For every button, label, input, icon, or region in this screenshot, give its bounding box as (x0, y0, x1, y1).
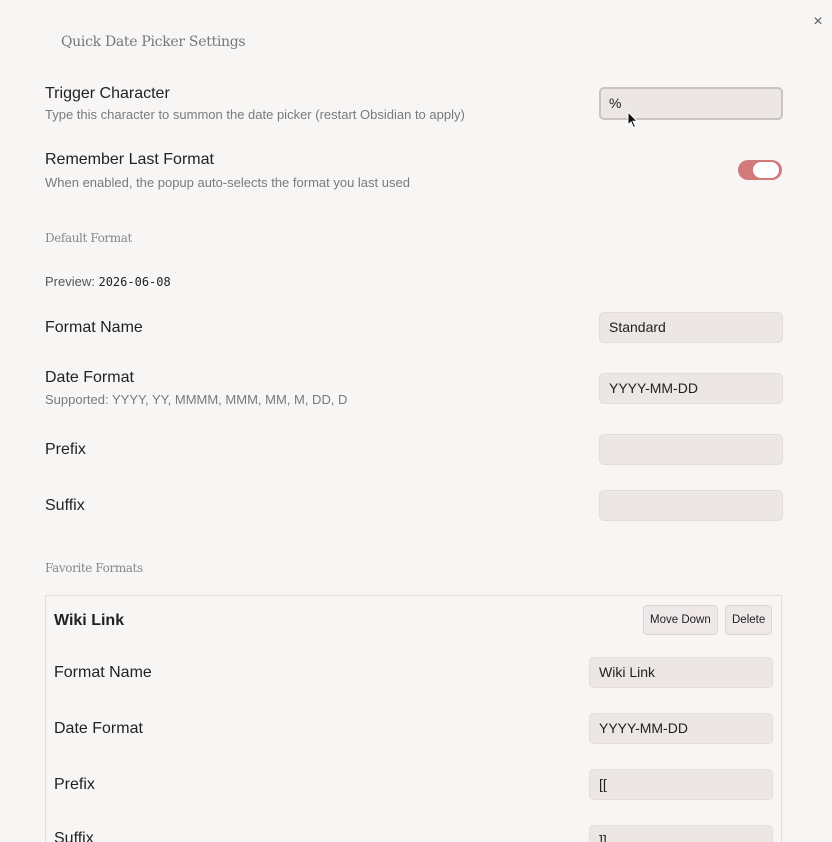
format-preview: Preview: 2026-06-08 (45, 274, 171, 289)
favorite-row-format-name: Format Name Wiki Link (54, 657, 773, 688)
favorite-format-card: Wiki Link Move Down Delete Format Name W… (45, 595, 782, 842)
setting-date-format: Date Format Supported: YYYY, YY, MMMM, M… (45, 369, 783, 407)
setting-remember-last-format: Remember Last Format When enabled, the p… (45, 151, 783, 190)
favorite-prefix-input[interactable]: [[ (589, 769, 773, 800)
mouse-cursor-icon (627, 111, 639, 129)
prefix-input[interactable] (599, 434, 783, 465)
preview-label: Preview: (45, 274, 95, 289)
setting-suffix: Suffix (45, 490, 783, 521)
setting-description: When enabled, the popup auto-selects the… (45, 175, 410, 190)
favorite-title: Wiki Link (54, 612, 125, 629)
settings-modal: × Quick Date Picker Settings Trigger Cha… (0, 0, 832, 842)
modal-title: Quick Date Picker Settings (61, 34, 246, 50)
close-button[interactable]: × (808, 12, 828, 32)
setting-name: Remember Last Format (45, 151, 214, 168)
favorite-format-name-input[interactable]: Wiki Link (589, 657, 773, 688)
favorite-row-prefix: Prefix [[ (54, 769, 773, 800)
format-name-input[interactable]: Standard (599, 312, 783, 343)
close-icon[interactable]: × (813, 13, 822, 31)
delete-button[interactable]: Delete (725, 605, 773, 635)
section-heading-default-format: Default Format (45, 231, 132, 245)
toggle-knob (753, 162, 779, 178)
setting-trigger-character: Trigger Character Type this character to… (45, 85, 783, 122)
favorite-date-format-input[interactable]: YYYY-MM-DD (589, 713, 773, 744)
section-heading-favorite-formats: Favorite Formats (45, 561, 143, 575)
favorite-row-date-format: Date Format YYYY-MM-DD (54, 713, 773, 744)
preview-value: 2026-06-08 (98, 275, 171, 289)
remember-last-format-toggle[interactable] (738, 160, 782, 180)
suffix-input[interactable] (599, 490, 783, 521)
move-down-button[interactable]: Move Down (643, 605, 718, 635)
favorite-suffix-input[interactable]: ]] (589, 825, 773, 842)
date-format-input[interactable]: YYYY-MM-DD (599, 373, 783, 404)
setting-format-name: Format Name Standard (45, 312, 783, 343)
favorite-row-suffix: Suffix ]] (54, 825, 773, 842)
setting-prefix: Prefix (45, 434, 783, 465)
